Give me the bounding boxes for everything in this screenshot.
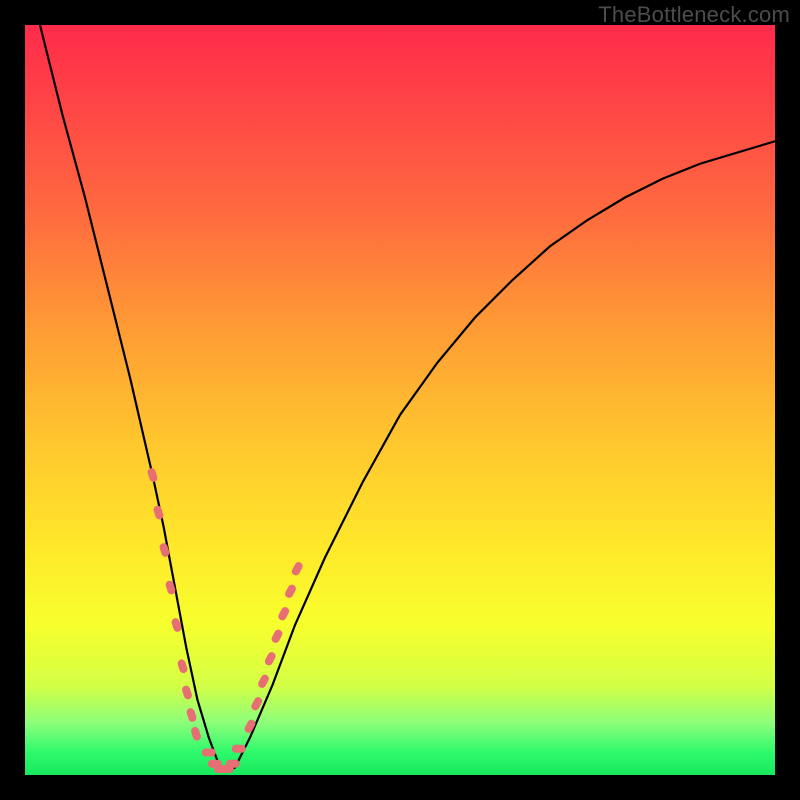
marker-bottom-cluster [226,760,240,768]
marker-bottom-cluster [232,745,246,753]
marker-right-cluster [290,561,304,577]
curve-layer [25,25,775,775]
marker-left-cluster [177,658,189,674]
marker-left-cluster [181,685,193,701]
marker-left-cluster [186,707,198,723]
marker-right-cluster [270,628,284,644]
chart-frame: TheBottleneck.com [0,0,800,800]
marker-right-cluster [277,606,291,622]
bottleneck-curve [40,25,775,771]
marker-right-cluster [284,583,298,599]
marker-left-cluster [147,467,159,483]
plot-area [25,25,775,775]
marker-left-cluster [190,726,202,742]
marker-right-cluster [263,651,277,667]
marker-right-cluster [257,673,271,689]
marker-bottom-cluster [202,749,216,757]
marker-group [147,467,305,773]
